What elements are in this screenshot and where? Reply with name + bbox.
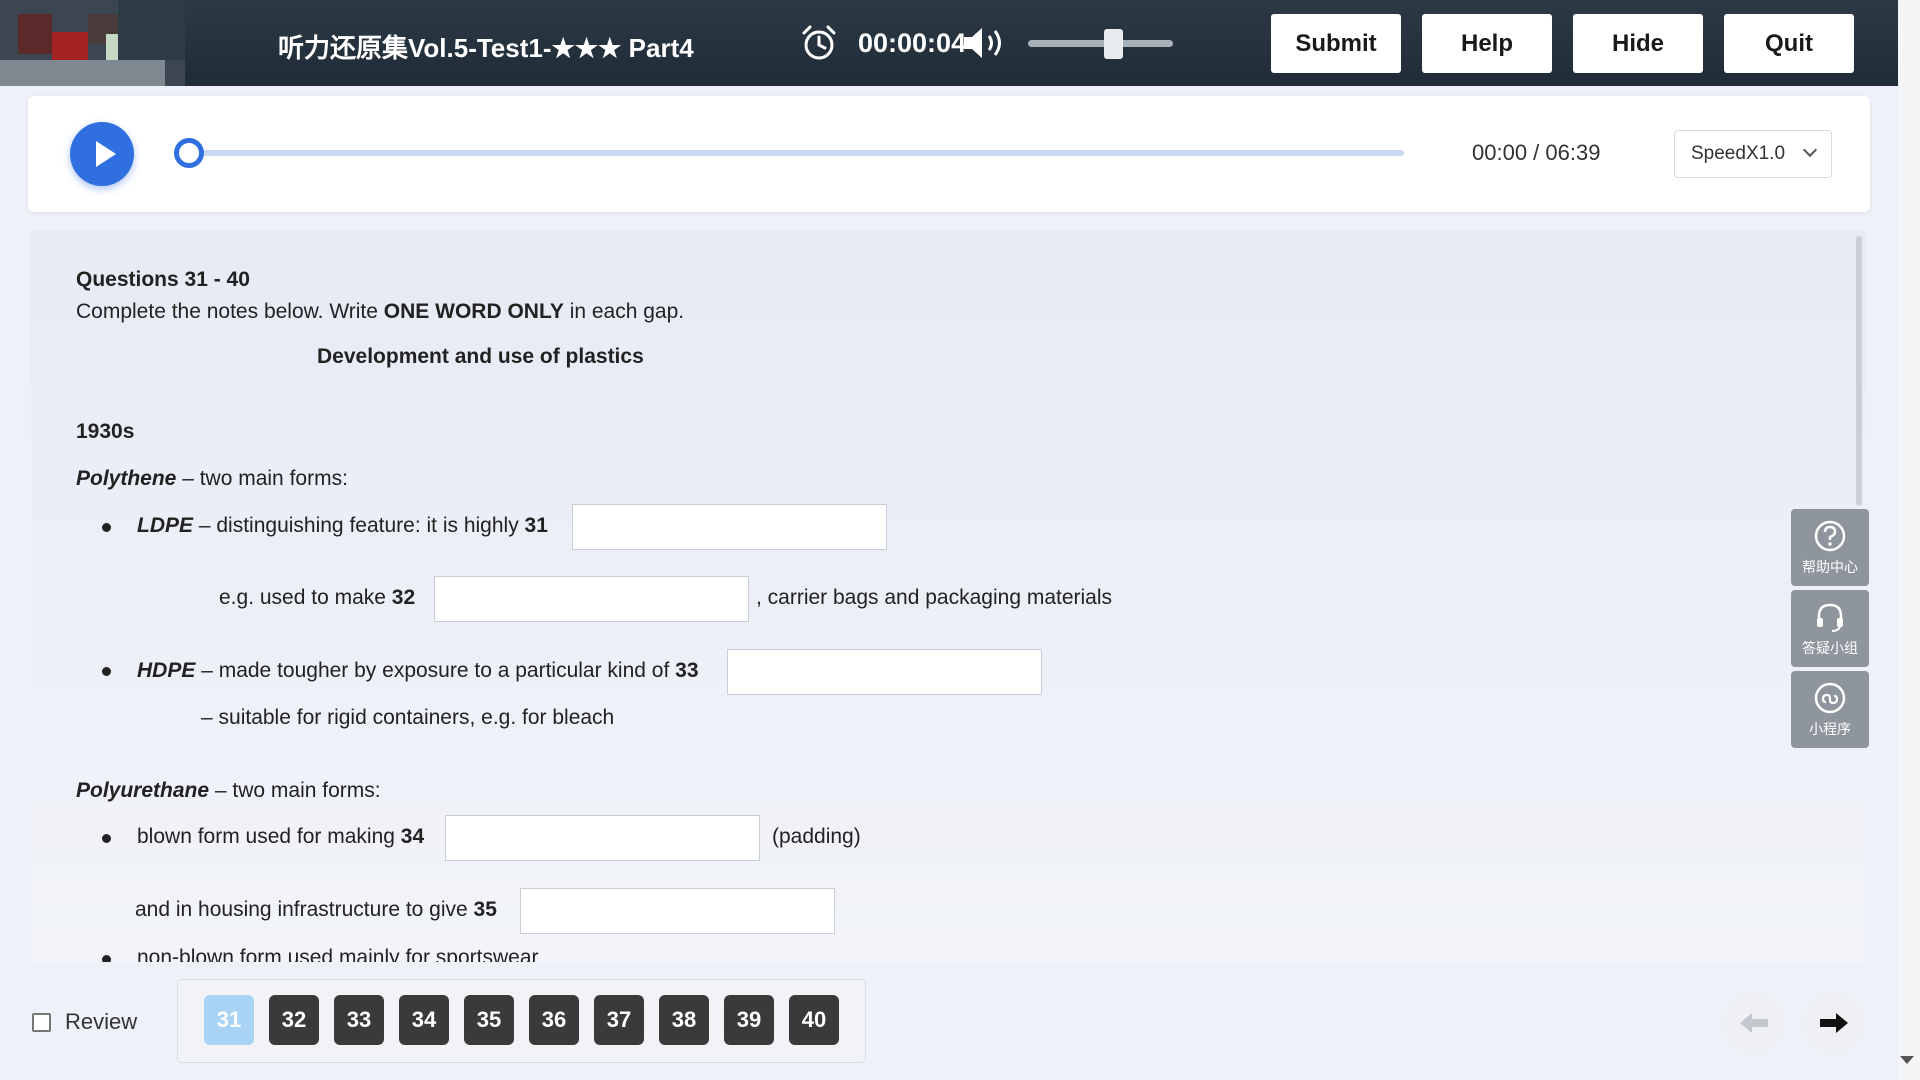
arrow-right-icon <box>1820 1013 1848 1033</box>
arrow-left-icon <box>1740 1013 1768 1033</box>
question-button-37[interactable]: 37 <box>594 995 644 1045</box>
page-scrollbar[interactable] <box>1898 0 1920 1080</box>
help-button[interactable]: Help <box>1422 14 1552 73</box>
help-circle-icon <box>1814 520 1846 552</box>
carrier-text: , carrier bags and packaging materials <box>756 586 1113 609</box>
answer-input-34[interactable] <box>445 815 760 861</box>
question-button-32[interactable]: 32 <box>269 995 319 1045</box>
question-panel: Questions 31 - 40 Complete the notes bel… <box>31 230 1865 962</box>
scroll-down-icon[interactable] <box>1900 1056 1914 1064</box>
alarm-clock-icon <box>802 25 836 60</box>
notes-title: Development and use of plastics <box>317 345 644 368</box>
answer-input-35[interactable] <box>520 888 835 934</box>
volume-icon[interactable] <box>962 24 1008 62</box>
quit-button[interactable]: Quit <box>1724 14 1854 73</box>
ldpe-line: LDPE – distinguishing feature: it is hig… <box>137 514 548 537</box>
instructions: Complete the notes below. Write ONE WORD… <box>76 300 685 323</box>
countdown-timer: 00:00:04 <box>858 28 967 58</box>
content-scrollbar[interactable] <box>1856 236 1862 506</box>
question-button-34[interactable]: 34 <box>399 995 449 1045</box>
answer-input-33[interactable] <box>727 649 1042 695</box>
page-title: 听力还原集Vol.5-Test1-★★★ Part4 <box>278 33 694 63</box>
section-1930s: 1930s <box>76 420 135 443</box>
question-button-38[interactable]: 38 <box>659 995 709 1045</box>
answer-input-31[interactable] <box>572 504 887 550</box>
side-tool-label: 帮助中心 <box>1802 559 1858 575</box>
bullet <box>102 523 111 532</box>
question-button-36[interactable]: 36 <box>529 995 579 1045</box>
side-tool-label: 答疑小组 <box>1802 640 1858 656</box>
blown-line: blown form used for making 34 <box>137 825 425 848</box>
hide-button[interactable]: Hide <box>1573 14 1703 73</box>
rigid-text: – suitable for rigid containers, e.g. fo… <box>201 706 615 729</box>
bullet <box>102 955 111 962</box>
questions-heading: Questions 31 - 40 <box>76 268 250 291</box>
review-checkbox[interactable] <box>32 1013 51 1032</box>
nonblown-line: non-blown form used mainly for sportswea… <box>137 946 539 962</box>
speed-select[interactable]: SpeedX1.0 <box>1674 130 1832 178</box>
help-center-button[interactable]: 帮助中心 <box>1791 509 1869 586</box>
question-button-33[interactable]: 33 <box>334 995 384 1045</box>
previous-button[interactable] <box>1724 993 1784 1053</box>
eg-line: e.g. used to make 32 <box>219 586 416 609</box>
polyurethane-line: Polyurethane – two main forms: <box>76 779 381 802</box>
polythene-line: Polythene – two main forms: <box>76 467 348 490</box>
audio-progress-handle[interactable] <box>174 138 204 168</box>
audio-progress-track[interactable] <box>188 150 1404 156</box>
volume-slider-track[interactable] <box>1028 40 1173 47</box>
hdpe-line: HDPE – made tougher by exposure to a par… <box>137 659 699 682</box>
mini-program-button[interactable]: 小程序 <box>1791 671 1869 748</box>
speed-value: SpeedX1.0 <box>1691 143 1786 164</box>
audio-player: 00:00 / 06:39 SpeedX1.0 <box>28 96 1870 212</box>
chevron-down-icon <box>1802 142 1818 158</box>
padding-text: (padding) <box>772 825 861 848</box>
play-button[interactable] <box>70 122 134 186</box>
question-button-39[interactable]: 39 <box>724 995 774 1045</box>
housing-line: and in housing infrastructure to give 35 <box>135 898 497 921</box>
bullet <box>102 667 111 676</box>
qa-group-button[interactable]: 答疑小组 <box>1791 590 1869 667</box>
bullet <box>102 834 111 843</box>
miniprogram-icon <box>1814 682 1846 714</box>
question-button-35[interactable]: 35 <box>464 995 514 1045</box>
review-label: Review <box>65 1009 138 1034</box>
top-bar: 听力还原集Vol.5-Test1-★★★ Part4 00:00:04 Subm… <box>0 0 1898 86</box>
question-button-31[interactable]: 31 <box>204 995 254 1045</box>
headset-icon <box>1817 603 1843 632</box>
volume-slider-handle[interactable] <box>1104 29 1123 59</box>
answer-input-32[interactable] <box>434 576 749 622</box>
avatar <box>0 0 185 86</box>
audio-time: 00:00 / 06:39 <box>1472 140 1601 165</box>
next-button[interactable] <box>1804 993 1864 1053</box>
side-tool-label: 小程序 <box>1809 721 1851 737</box>
submit-button[interactable]: Submit <box>1271 14 1401 73</box>
question-button-40[interactable]: 40 <box>789 995 839 1045</box>
